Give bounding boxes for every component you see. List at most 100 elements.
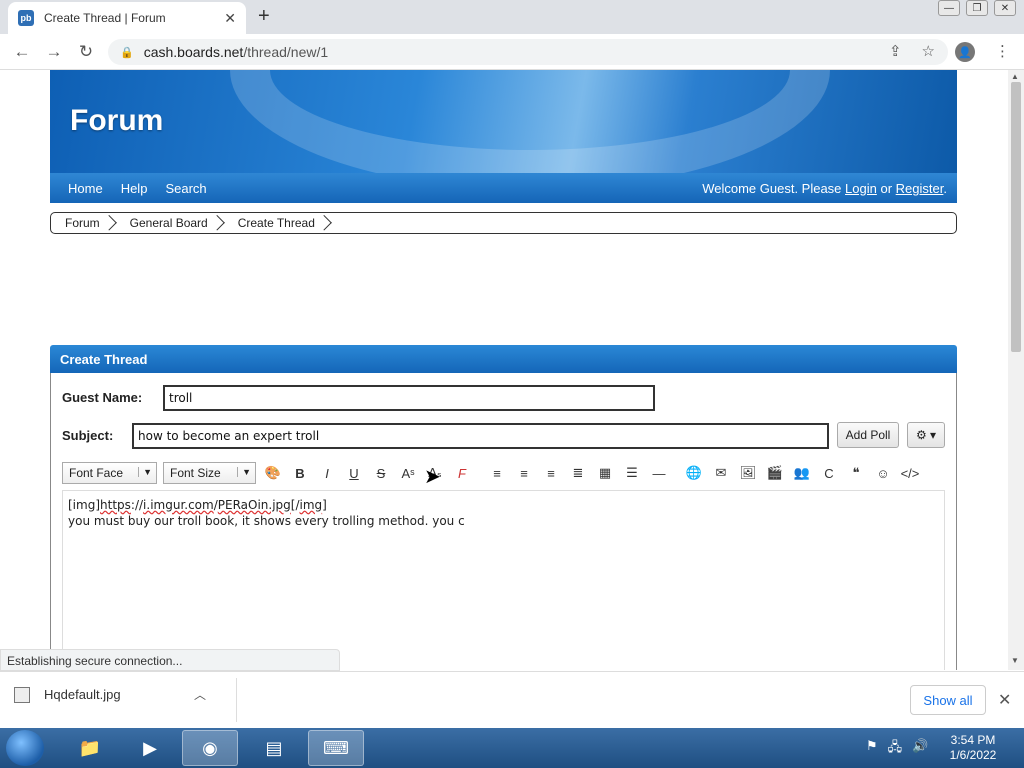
message-editor[interactable]: [img]https://i.imgur.com/PERaOin.jpg[/im… (62, 490, 945, 670)
quote-icon[interactable]: ❝ (845, 462, 867, 484)
window-close-button[interactable]: ✕ (994, 0, 1016, 16)
breadcrumb-general-board[interactable]: General Board (116, 216, 224, 230)
new-tab-button[interactable]: + (258, 5, 270, 28)
close-shelf-icon[interactable]: ✕ (998, 690, 1011, 710)
font-face-label: Font Face (69, 466, 124, 480)
media-player-icon[interactable]: ▶ (122, 730, 178, 766)
network-icon[interactable]: 🖧 (888, 738, 903, 760)
video-icon[interactable]: 🎬 (764, 462, 786, 484)
align-center-icon[interactable]: ≡ (513, 462, 535, 484)
dropdown-arrow-icon: ▼ (138, 467, 152, 477)
guest-name-label: Guest Name: (62, 390, 143, 405)
minimize-button[interactable]: — (938, 0, 960, 16)
align-right-icon[interactable]: ≡ (540, 462, 562, 484)
color-picker-icon[interactable]: 🎨 (262, 462, 284, 484)
subject-input[interactable] (132, 423, 829, 449)
img-close-open: [/ (290, 498, 300, 512)
shelf-divider (236, 678, 237, 722)
breadcrumb-create-thread[interactable]: Create Thread (224, 216, 331, 230)
scroll-thumb[interactable] (1011, 82, 1021, 352)
horizontal-rule-icon[interactable]: — (648, 462, 670, 484)
forum-banner: Forum (50, 70, 957, 173)
justify-icon[interactable]: ≣ (567, 462, 589, 484)
link-icon[interactable]: 🌐 (683, 462, 705, 484)
start-button[interactable] (6, 730, 44, 766)
flag-icon[interactable]: ⚑ (866, 738, 878, 760)
tab-strip: pb Create Thread | Forum ✕ + — ❐ ✕ (0, 0, 1024, 34)
mention-icon[interactable]: 👥 (791, 462, 813, 484)
page-scrollbar[interactable]: ▲ ▼ (1008, 70, 1024, 670)
window-controls: — ❐ ✕ (938, 0, 1016, 16)
remove-format-icon[interactable]: F (451, 462, 473, 484)
on-screen-keyboard-icon[interactable]: ⌨ (308, 730, 364, 766)
scroll-up-icon[interactable]: ▲ (1011, 72, 1019, 81)
email-icon[interactable]: ✉ (710, 462, 732, 484)
italic-icon[interactable]: I (316, 462, 338, 484)
url-scheme: https (100, 498, 131, 512)
menu-kebab-icon[interactable]: ⋮ (995, 42, 1010, 62)
mouse-pointer-icon: ➤ (424, 466, 441, 488)
chevron-up-icon[interactable]: ︿ (194, 686, 206, 703)
bookmark-star-icon[interactable]: ☆ (922, 42, 935, 62)
control-panel-icon[interactable]: ▤ (246, 730, 302, 766)
image-icon[interactable]: 🖼 (737, 462, 759, 484)
list-icon[interactable]: ☰ (621, 462, 643, 484)
scroll-down-icon[interactable]: ▼ (1011, 656, 1019, 665)
font-size-select[interactable]: Font Size ▼ (163, 462, 256, 484)
forward-button[interactable]: → (38, 42, 70, 62)
img-open-tag: [img] (68, 498, 101, 512)
align-left-icon[interactable]: ≡ (486, 462, 508, 484)
smiley-icon[interactable]: ☺ (872, 462, 894, 484)
superscript-icon[interactable]: Aˢ (397, 462, 419, 484)
add-poll-button[interactable]: Add Poll (837, 422, 899, 448)
img-close-word: img (299, 498, 323, 512)
source-code-icon[interactable]: </> (899, 462, 921, 484)
breadcrumb-forum[interactable]: Forum (51, 216, 116, 230)
restore-button[interactable]: ❐ (966, 0, 988, 16)
guest-name-input[interactable] (163, 385, 655, 411)
font-face-select[interactable]: Font Face ▼ (62, 462, 157, 484)
windows-taskbar: 📁 ▶ ◉ ▤ ⌨ ⚑ 🖧 🔊 3:54 PM 1/6/2022 (0, 728, 1024, 768)
tab-title: Create Thread | Forum (44, 11, 166, 25)
forum-logo[interactable]: Forum (70, 104, 163, 138)
url-host: cash.boards.net (143, 44, 244, 60)
or-text: or (880, 181, 893, 196)
img-close-bracket: ] (322, 498, 327, 512)
table-icon[interactable]: ▦ (594, 462, 616, 484)
lock-icon[interactable]: 🔒 (120, 46, 134, 59)
share-icon[interactable]: ⇪ (889, 42, 902, 62)
volume-icon[interactable]: 🔊 (912, 738, 928, 760)
register-link[interactable]: Register (896, 181, 944, 196)
bold-icon[interactable]: B (289, 462, 311, 484)
editor-line-2: you must buy our troll book, it shows ev… (68, 514, 465, 528)
nav-search[interactable]: Search (165, 181, 206, 196)
banner-swoosh (230, 70, 830, 173)
code-c-icon[interactable]: C (818, 462, 840, 484)
panel-title: Create Thread (50, 345, 957, 373)
dropdown-arrow-icon: ▼ (237, 467, 251, 477)
breadcrumb: Forum General Board Create Thread (50, 212, 957, 234)
address-bar[interactable]: 🔒 cash.boards.net/thread/new/1 (108, 39, 948, 65)
login-link[interactable]: Login (845, 181, 877, 196)
browser-tab[interactable]: pb Create Thread | Forum ✕ (8, 2, 246, 34)
file-explorer-icon[interactable]: 📁 (62, 730, 118, 766)
forum-nav: Home Help Search Welcome Guest. Please L… (50, 173, 957, 203)
chrome-icon[interactable]: ◉ (182, 730, 238, 766)
show-all-button[interactable]: Show all (910, 685, 986, 715)
taskbar-clock[interactable]: 3:54 PM 1/6/2022 (940, 733, 1006, 763)
reload-button[interactable]: ↻ (70, 42, 102, 62)
url-separator: :// (130, 498, 144, 512)
download-filename: Hqdefault.jpg (44, 687, 121, 702)
url-path: /thread/new/1 (243, 44, 329, 60)
settings-gear-button[interactable]: ⚙ ▾ (907, 422, 945, 448)
profile-avatar-icon[interactable]: 👤 (955, 42, 975, 62)
close-tab-icon[interactable]: ✕ (224, 10, 236, 27)
underline-icon[interactable]: U (343, 462, 365, 484)
nav-home[interactable]: Home (68, 181, 103, 196)
strikethrough-icon[interactable]: S (370, 462, 392, 484)
subject-label: Subject: (62, 428, 114, 443)
download-item[interactable]: Hqdefault.jpg ︿ (14, 686, 206, 703)
create-thread-form: Guest Name: Subject: Add Poll ⚙ ▾ Font F… (50, 373, 957, 670)
back-button[interactable]: ← (6, 42, 38, 62)
nav-help[interactable]: Help (121, 181, 148, 196)
